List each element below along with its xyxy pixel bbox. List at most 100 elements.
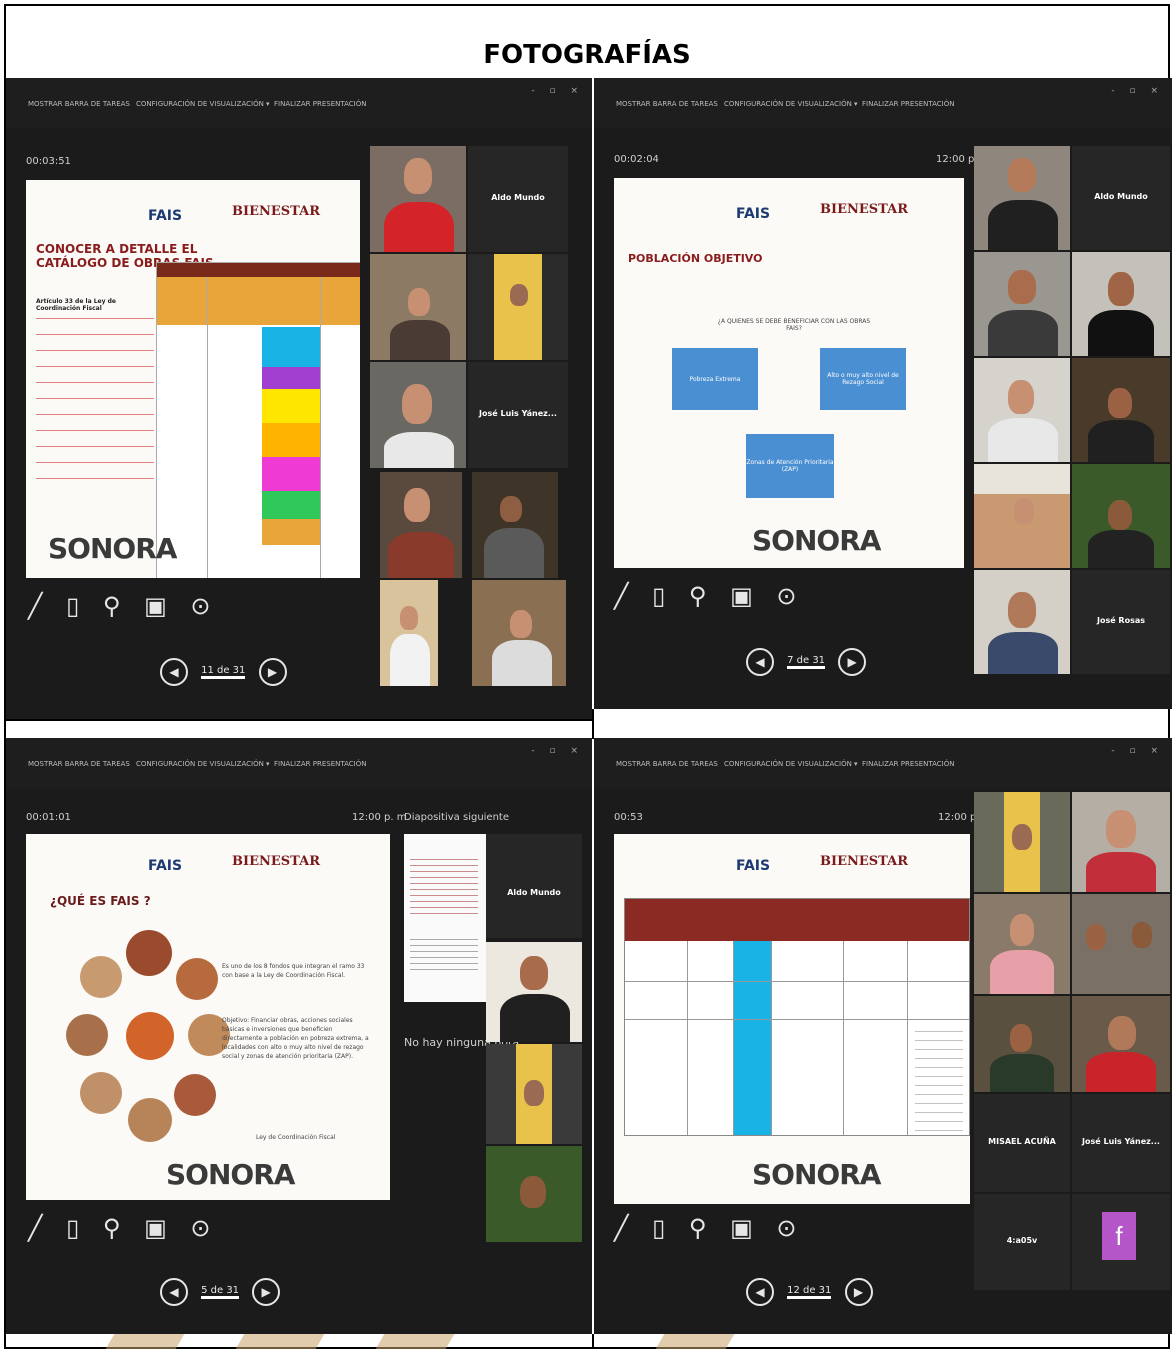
- participant-name: José Luis Yánez...: [479, 408, 557, 418]
- display-settings-item[interactable]: CONFIGURACIÓN DE VISUALIZACIÓN ▾: [724, 760, 858, 768]
- slide-counter: 12 de 31: [787, 1285, 832, 1299]
- participant-video: [486, 1044, 582, 1144]
- window-controls[interactable]: - ▫ ×: [531, 86, 584, 96]
- current-slide: FAIS BIENESTAR ¿QUÉ ES FAIS ? Es uno de …: [26, 834, 390, 1200]
- watermark-stripe: [655, 1334, 735, 1349]
- participant-video: [468, 254, 568, 360]
- window-controls[interactable]: - ▫ ×: [1111, 86, 1164, 96]
- sonora-logo: SONORA: [752, 524, 881, 557]
- participant-video: [1072, 792, 1170, 892]
- target-box-2: Alto o muy alto nivel de Rezago Social: [820, 348, 906, 410]
- next-slide-label: Diapositiva siguiente: [404, 812, 509, 823]
- screenshot-bottom-left: MOSTRAR BARRA DE TAREAS CONFIGURACIÓN DE…: [6, 738, 592, 1334]
- catalog-table: [156, 262, 360, 578]
- bienestar-logo: BIENESTAR: [232, 204, 321, 219]
- display-settings-item[interactable]: CONFIGURACIÓN DE VISUALIZACIÓN ▾: [724, 100, 858, 108]
- show-taskbar-item[interactable]: MOSTRAR BARRA DE TAREAS: [28, 100, 130, 108]
- display-settings-item[interactable]: CONFIGURACIÓN DE VISUALIZACIÓN ▾: [136, 100, 270, 108]
- participant-video: [370, 362, 466, 468]
- slide-title: ¿QUÉ ES FAIS ?: [50, 894, 151, 908]
- presenter-toolbar: MOSTRAR BARRA DE TAREAS CONFIGURACIÓN DE…: [594, 78, 1172, 128]
- presenter-tools[interactable]: ╱ ▯ ⚲ ▣ ⊙: [614, 1214, 805, 1242]
- slide-navigation: ◀ 5 de 31 ▶: [160, 1278, 281, 1306]
- participant-video: [380, 580, 438, 686]
- next-slide-button[interactable]: ▶: [844, 1278, 873, 1306]
- current-slide: FAIS BIENESTAR CONOCER A DETALLE EL CATÁ…: [26, 180, 360, 578]
- participant-video: [486, 1146, 582, 1242]
- participant-video: [974, 464, 1070, 568]
- slide-question: ¿A QUIENES SE DEBE BENEFICIAR CON LAS OB…: [717, 318, 871, 332]
- presenter-tools[interactable]: ╱ ▯ ⚲ ▣ ⊙: [28, 592, 219, 620]
- target-box-1: Pobreza Extrema: [672, 348, 758, 410]
- prev-slide-button[interactable]: ◀: [160, 658, 188, 686]
- bienestar-logo: BIENESTAR: [820, 202, 909, 217]
- participant-video: [1072, 894, 1170, 994]
- show-taskbar-item[interactable]: MOSTRAR BARRA DE TAREAS: [616, 100, 718, 108]
- bienestar-logo: BIENESTAR: [820, 854, 909, 869]
- participant-video: [486, 942, 582, 1042]
- fais-logo: FAIS: [736, 858, 771, 874]
- participant-tile: MISAEL ACUÑA: [974, 1094, 1070, 1192]
- window-controls[interactable]: - ▫ ×: [531, 746, 584, 756]
- show-taskbar-item[interactable]: MOSTRAR BARRA DE TAREAS: [28, 760, 130, 768]
- participant-video: [974, 146, 1070, 250]
- next-slide-button[interactable]: ▶: [258, 658, 287, 686]
- watermark-stripe: [105, 1334, 185, 1349]
- end-presentation-item[interactable]: FINALIZAR PRESENTACIÓN: [274, 760, 366, 768]
- slide-title: POBLACIÓN OBJETIVO: [628, 252, 763, 265]
- slide-subtitle: Artículo 33 de la Ley de Coordinación Fi…: [36, 298, 116, 312]
- participant-name: MISAEL ACUÑA: [988, 1137, 1056, 1147]
- participant-name: Aldo Mundo: [507, 888, 561, 897]
- slide-counter: 5 de 31: [201, 1285, 240, 1299]
- end-presentation-item[interactable]: FINALIZAR PRESENTACIÓN: [862, 760, 954, 768]
- classification-table: [624, 898, 970, 1136]
- current-slide: FAIS BIENESTAR POBLACIÓN OBJETIVO ¿A QUI…: [614, 178, 964, 568]
- timer: 00:01:01: [26, 812, 71, 823]
- end-presentation-item[interactable]: FINALIZAR PRESENTACIÓN: [274, 100, 366, 108]
- timer: 00:53: [614, 812, 643, 823]
- show-taskbar-item[interactable]: MOSTRAR BARRA DE TAREAS: [616, 760, 718, 768]
- display-settings-item[interactable]: CONFIGURACIÓN DE VISUALIZACIÓN ▾: [136, 760, 270, 768]
- screenshot-bottom-right: MOSTRAR BARRA DE TAREAS CONFIGURACIÓN DE…: [594, 738, 1172, 1334]
- fais-bullet-1: Es uno de los 8 fondos que integran el r…: [222, 963, 365, 979]
- fais-logo: FAIS: [148, 208, 183, 224]
- participant-tile: José Rosas: [1072, 570, 1170, 674]
- next-slide-button[interactable]: ▶: [838, 648, 867, 676]
- prev-slide-button[interactable]: ◀: [160, 1278, 188, 1306]
- participant-video: [1072, 252, 1170, 356]
- current-slide: FAIS BIENESTAR SONORA: [614, 834, 970, 1204]
- fais-logo: FAIS: [736, 206, 771, 222]
- divider-vertical: [592, 709, 594, 739]
- fais-source: Ley de Coordinación Fiscal: [256, 1134, 336, 1141]
- participant-video: [472, 580, 566, 686]
- slide-counter: 7 de 31: [787, 655, 826, 669]
- participant-video: [472, 472, 558, 578]
- fais-bullet-2: Objetivo: Financiar obras, acciones soci…: [222, 1017, 369, 1060]
- participant-video: [1072, 464, 1170, 568]
- presenter-tools[interactable]: ╱ ▯ ⚲ ▣ ⊙: [614, 582, 805, 610]
- participant-name: José Luis Yánez...: [1082, 1137, 1160, 1147]
- participant-tile: Aldo Mundo: [1072, 146, 1170, 250]
- participant-name: Aldo Mundo: [1094, 191, 1148, 201]
- participant-tile: José Luis Yánez...: [468, 362, 568, 468]
- next-slide-thumbnail: [404, 834, 486, 1002]
- participant-tile: f: [1072, 1194, 1170, 1290]
- participant-video: [1072, 358, 1170, 462]
- participant-video: [380, 472, 462, 578]
- participant-video: [370, 146, 466, 252]
- participant-video: [974, 252, 1070, 356]
- timer: 00:02:04: [614, 154, 659, 165]
- target-box-3: Zonas de Atención Prioritaria (ZAP): [746, 434, 834, 498]
- participant-tile: Aldo Mundo: [468, 146, 568, 252]
- end-presentation-item[interactable]: FINALIZAR PRESENTACIÓN: [862, 100, 954, 108]
- next-slide-button[interactable]: ▶: [252, 1278, 281, 1306]
- slide-counter: 11 de 31: [201, 665, 246, 679]
- presenter-tools[interactable]: ╱ ▯ ⚲ ▣ ⊙: [28, 1214, 219, 1242]
- window-controls[interactable]: - ▫ ×: [1111, 746, 1164, 756]
- prev-slide-button[interactable]: ◀: [746, 648, 774, 676]
- prev-slide-button[interactable]: ◀: [746, 1278, 774, 1306]
- presenter-toolbar: MOSTRAR BARRA DE TAREAS CONFIGURACIÓN DE…: [6, 78, 592, 128]
- page-title: FOTOGRAFÍAS: [483, 40, 691, 70]
- screenshot-top-right: MOSTRAR BARRA DE TAREAS CONFIGURACIÓN DE…: [594, 78, 1172, 709]
- participant-video: [370, 254, 466, 360]
